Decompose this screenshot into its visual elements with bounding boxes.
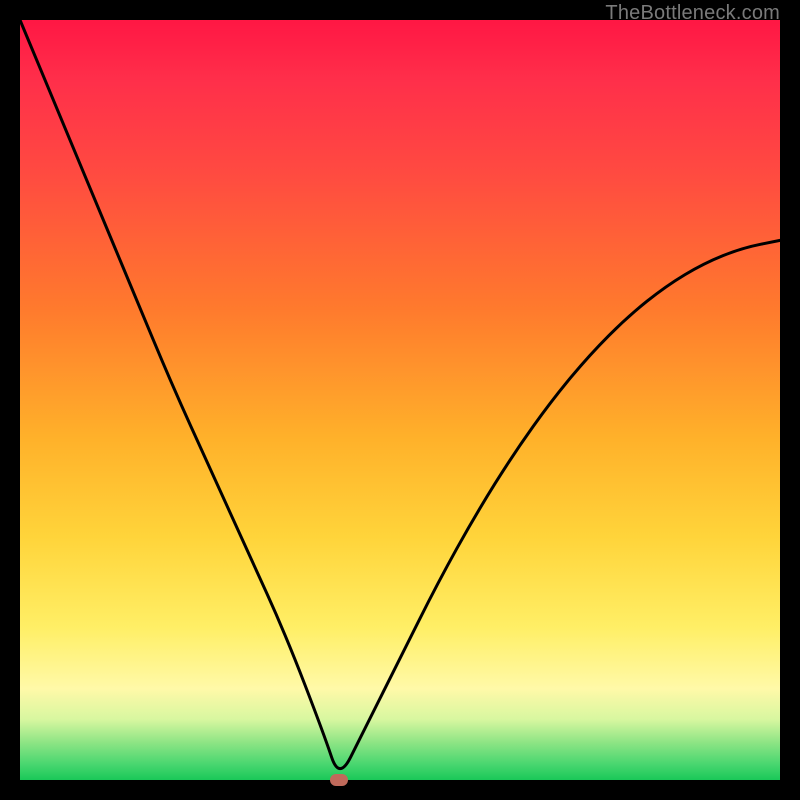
watermark-text: TheBottleneck.com — [605, 2, 780, 25]
optimal-point-marker — [330, 774, 348, 786]
curve-path — [20, 20, 780, 769]
bottleneck-curve — [20, 20, 780, 780]
chart-frame: TheBottleneck.com — [0, 0, 800, 800]
plot-area — [20, 20, 780, 780]
